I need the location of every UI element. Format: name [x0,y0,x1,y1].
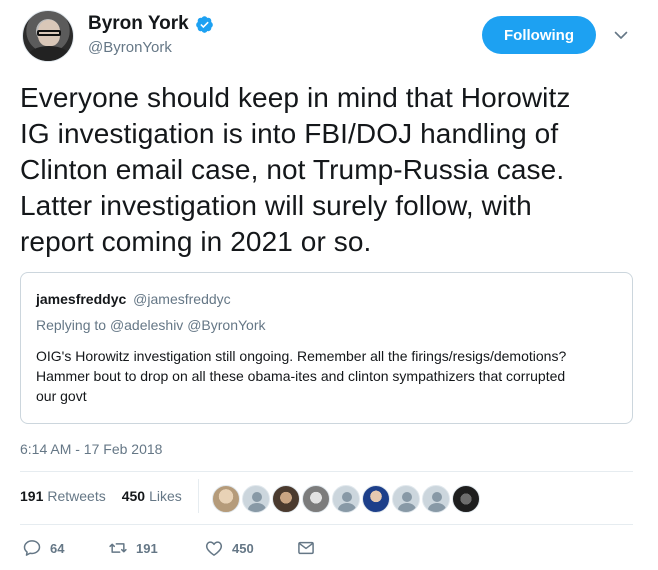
tweet-line: Latter investigation will surely follow,… [20,190,532,221]
tweet-line: IG investigation is into FBI/DOJ handlin… [20,118,559,149]
tweet-text: Everyone should keep in mind that Horowi… [20,80,640,260]
retweet-icon [109,543,127,553]
divider [20,471,633,472]
quoted-body-line: Hammer bout to drop on all these obama-i… [36,368,566,384]
quoted-author-handle: @jamesfreddyc [133,291,231,307]
likes-stat[interactable]: 450 Likes [122,488,182,504]
default-avatar-icon[interactable] [242,485,270,513]
author-avatar[interactable] [22,10,74,62]
retweets-count: 191 [20,488,44,504]
tweet-line: report coming in 2021 or so. [20,226,372,257]
quoted-author-name: jamesfreddyc [36,291,127,307]
direct-message-action[interactable] [296,538,316,558]
quoted-tweet[interactable]: jamesfreddyc @jamesfreddyc Replying to @… [20,272,633,424]
default-avatar-icon[interactable] [332,485,360,513]
liker-avatar-9[interactable] [452,485,480,513]
chevron-down-icon[interactable] [614,28,628,42]
retweets-stat[interactable]: 191 Retweets [20,488,106,504]
quoted-tweet-body: OIG's Horowitz investigation still ongoi… [36,346,626,406]
heart-icon [205,541,223,556]
author-handle[interactable]: @ByronYork [88,39,214,56]
retweet-count: 191 [136,540,158,556]
divider [20,524,633,525]
tweet-line: Clinton email case, not Trump-Russia cas… [20,154,565,185]
liker-avatar-3[interactable] [272,485,300,513]
author-display-name[interactable]: Byron York [88,13,189,35]
tweet-stats: 191 Retweets 450 Likes [20,488,182,504]
tweet-header: Byron York @ByronYork Following [20,10,638,66]
replying-to-line: Replying to @adeleshiv @ByronYork [36,317,265,333]
default-avatar-icon[interactable] [392,485,420,513]
liker-avatar-4[interactable] [302,485,330,513]
quoted-body-line: our govt [36,388,87,404]
quoted-tweet-header: jamesfreddyc @jamesfreddyc [36,291,231,307]
likes-count: 450 [121,488,146,504]
likes-label: Likes [149,488,182,504]
reply-action[interactable]: 64 [22,538,108,558]
verified-icon [195,15,213,33]
like-count: 450 [232,540,254,556]
retweets-label: Retweets [47,488,106,504]
liker-avatar-6[interactable] [362,485,390,513]
retweet-action[interactable]: 191 [108,538,204,558]
reply-icon [23,540,41,556]
replying-to-mentions[interactable]: @adeleshiv @ByronYork [110,317,266,333]
tweet-line: Everyone should keep in mind that Horowi… [20,82,571,113]
like-action[interactable]: 450 [204,538,296,558]
author-name-block[interactable]: Byron York @ByronYork [88,13,214,56]
default-avatar-icon[interactable] [422,485,450,513]
quoted-body-line: OIG's Horowitz investigation still ongoi… [36,348,567,364]
replying-to-prefix: Replying to [36,317,107,333]
following-button[interactable]: Following [482,16,596,54]
tweet-timestamp[interactable]: 6:14 AM - 17 Feb 2018 [20,441,162,457]
liker-avatars [212,485,480,513]
reply-count: 64 [50,540,65,556]
tweet-actions: 64 191 450 [22,538,316,558]
avatar-glasses [37,30,61,36]
envelope-icon [298,541,314,555]
liker-avatar-1[interactable] [212,485,240,513]
stats-separator [198,479,199,513]
avatar-suit [27,46,71,61]
